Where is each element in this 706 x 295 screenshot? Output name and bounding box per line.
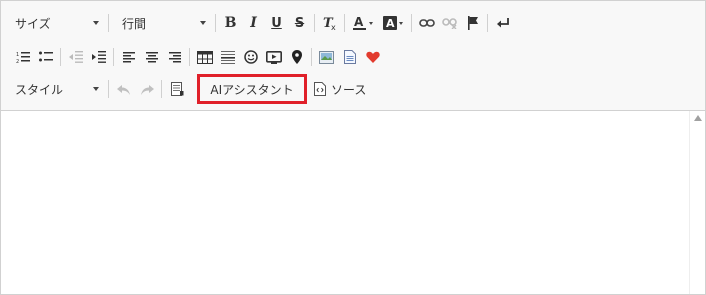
anchor-button[interactable]	[461, 11, 484, 35]
align-center-button[interactable]	[140, 45, 163, 69]
outdent-icon	[68, 51, 83, 63]
flag-icon	[467, 16, 478, 30]
link-icon	[418, 19, 435, 27]
source-label: ソース	[331, 82, 367, 97]
text-color-icon: A	[353, 15, 366, 30]
align-right-icon	[168, 51, 181, 62]
toolbar-row-3-right: ソース	[308, 75, 372, 103]
heart-icon	[365, 51, 380, 63]
map-pin-icon	[291, 50, 302, 64]
separator	[215, 14, 216, 32]
table-button[interactable]	[193, 45, 216, 69]
image-button[interactable]	[315, 45, 338, 69]
editor-content-area[interactable]	[1, 111, 705, 294]
clear-format-icon: T x	[323, 16, 336, 31]
emoji-button[interactable]	[239, 45, 262, 69]
image-icon	[319, 50, 334, 64]
toolbar-row-1: サイズ 行間 B I U S T x A A	[7, 9, 514, 37]
editor-toolbar: サイズ 行間 B I U S T x A A 1 2 スタイル AIアシスタント…	[1, 1, 705, 111]
unlink-button[interactable]	[438, 11, 461, 35]
bulleted-list-icon	[38, 51, 53, 62]
undo-button[interactable]	[112, 77, 135, 101]
horizontal-rule-button[interactable]	[216, 45, 239, 69]
line-height-label: 行間	[122, 16, 147, 31]
table-icon	[196, 50, 213, 64]
svg-text:A: A	[386, 17, 395, 30]
clear-format-button[interactable]: T x	[318, 11, 341, 35]
vertical-scrollbar[interactable]	[689, 111, 705, 294]
video-button[interactable]	[262, 45, 285, 69]
chevron-down-icon	[200, 21, 206, 25]
file-icon	[343, 50, 356, 64]
italic-button[interactable]: I	[242, 11, 265, 35]
strikethrough-button[interactable]: S	[288, 11, 311, 35]
toolbar-row-2: 1 2	[11, 43, 384, 71]
smiley-icon	[243, 50, 258, 64]
undo-icon	[116, 84, 130, 95]
unlink-icon	[441, 18, 457, 29]
separator	[60, 48, 61, 66]
svg-text:A: A	[354, 15, 364, 29]
svg-text:2: 2	[16, 59, 19, 63]
preview-icon	[170, 82, 183, 96]
separator	[344, 14, 345, 32]
underline-button[interactable]: U	[265, 11, 288, 35]
return-arrow-icon	[496, 18, 509, 28]
separator	[411, 14, 412, 32]
line-break-button[interactable]	[491, 11, 514, 35]
svg-text:1: 1	[16, 52, 19, 58]
chevron-down-icon	[369, 21, 373, 25]
numbered-list-button[interactable]: 1 2	[11, 45, 34, 69]
separator	[108, 80, 109, 98]
bold-button[interactable]: B	[219, 11, 242, 35]
map-button[interactable]	[285, 45, 308, 69]
file-button[interactable]	[338, 45, 361, 69]
toolbar-row-3: スタイル	[7, 75, 188, 103]
indent-button[interactable]	[87, 45, 110, 69]
font-size-dropdown[interactable]: サイズ	[7, 11, 105, 35]
outdent-button[interactable]	[64, 45, 87, 69]
text-color-button[interactable]: A	[348, 11, 378, 35]
redo-button[interactable]	[135, 77, 158, 101]
chevron-down-icon	[93, 21, 99, 25]
preview-button[interactable]	[165, 77, 188, 101]
ai-assistant-label: AIアシスタント	[210, 82, 294, 97]
indent-icon	[91, 51, 106, 63]
align-right-button[interactable]	[163, 45, 186, 69]
separator	[161, 80, 162, 98]
separator	[113, 48, 114, 66]
svg-text:x: x	[331, 23, 336, 31]
font-size-label: サイズ	[15, 16, 51, 31]
align-left-button[interactable]	[117, 45, 140, 69]
separator	[487, 14, 488, 32]
style-label: スタイル	[15, 82, 64, 97]
source-button[interactable]: ソース	[308, 77, 372, 101]
style-dropdown[interactable]: スタイル	[7, 77, 105, 101]
bulleted-list-button[interactable]	[34, 45, 57, 69]
horizontal-rule-icon	[220, 50, 235, 64]
align-left-icon	[122, 51, 135, 62]
source-icon	[314, 82, 326, 96]
background-color-button[interactable]: A	[378, 11, 408, 35]
align-center-icon	[145, 51, 158, 62]
heart-button[interactable]	[361, 45, 384, 69]
ai-assistant-button[interactable]: AIアシスタント	[197, 74, 307, 104]
separator	[189, 48, 190, 66]
background-color-icon: A	[383, 16, 397, 30]
chevron-down-icon	[93, 87, 99, 91]
video-icon	[265, 50, 282, 64]
redo-icon	[140, 84, 154, 95]
separator	[314, 14, 315, 32]
scroll-up-arrow-icon[interactable]	[694, 115, 702, 121]
line-height-dropdown[interactable]: 行間	[114, 11, 212, 35]
separator	[108, 14, 109, 32]
link-button[interactable]	[415, 11, 438, 35]
chevron-down-icon	[399, 21, 403, 25]
rich-text-editor: サイズ 行間 B I U S T x A A 1 2 スタイル AIアシスタント…	[0, 0, 706, 295]
numbered-list-icon: 1 2	[16, 52, 30, 63]
separator	[311, 48, 312, 66]
